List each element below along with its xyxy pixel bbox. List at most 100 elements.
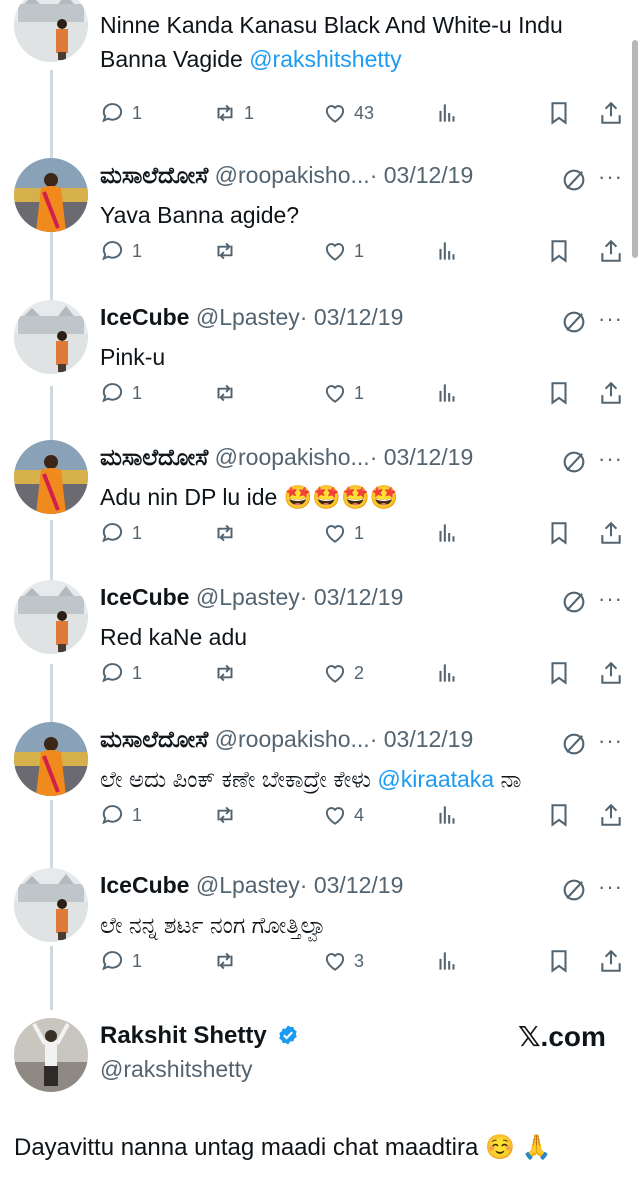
tweet-date[interactable]: · 03/12/19 (370, 444, 474, 470)
bookmark-button[interactable] (546, 944, 572, 978)
mention-link[interactable]: @rakshitshetty (249, 46, 401, 72)
author-handle[interactable]: @roopakisho... (215, 162, 370, 188)
thread-line (50, 946, 53, 1010)
author-handle[interactable]: @roopakisho... (215, 726, 370, 752)
views-button[interactable] (434, 944, 460, 978)
share-button[interactable] (598, 798, 624, 832)
grok-icon[interactable] (560, 448, 588, 476)
share-button[interactable] (598, 234, 624, 268)
grok-icon[interactable] (560, 588, 588, 616)
avatar[interactable] (14, 0, 88, 62)
more-icon[interactable]: ··· (598, 588, 623, 610)
grok-icon[interactable] (560, 730, 588, 758)
tweet-text-part: Yava Banna agide? (100, 202, 300, 228)
grok-icon[interactable] (560, 166, 588, 194)
share-icon (601, 661, 621, 684)
more-icon[interactable]: ··· (598, 308, 623, 330)
retweet-button[interactable] (212, 656, 244, 690)
like-button[interactable]: 4 (322, 798, 364, 832)
avatar[interactable] (14, 158, 88, 232)
like-button[interactable]: 2 (322, 656, 364, 690)
author-name[interactable]: IceCube (100, 872, 189, 898)
avatar[interactable] (14, 440, 88, 514)
views-button[interactable] (434, 234, 460, 268)
reply-icon (102, 103, 123, 123)
reply-button[interactable]: 1 (100, 798, 142, 832)
tweet-actions: 11 (100, 376, 625, 410)
reply-button[interactable]: 1 (100, 944, 142, 978)
share-button[interactable] (598, 376, 624, 410)
tweet-date[interactable]: · 03/12/19 (300, 872, 404, 898)
reply-button[interactable]: 1 (100, 656, 142, 690)
share-button[interactable] (598, 96, 624, 130)
author-handle[interactable]: @rakshitshetty (100, 1056, 252, 1083)
bookmark-button[interactable] (546, 656, 572, 690)
bookmark-button[interactable] (546, 798, 572, 832)
author-handle[interactable]: @Lpastey (196, 304, 300, 330)
avatar[interactable] (14, 868, 88, 942)
retweet-icon (217, 242, 233, 260)
tweet-date[interactable]: · 03/12/19 (300, 304, 404, 330)
avatar[interactable] (14, 722, 88, 796)
reply-button[interactable]: 1 (100, 516, 142, 550)
views-button[interactable] (434, 516, 460, 550)
more-icon[interactable]: ··· (598, 730, 623, 752)
reply-button[interactable]: 1 (100, 96, 142, 130)
like-icon (325, 385, 345, 403)
reply-button[interactable]: 1 (100, 234, 142, 268)
grok-icon[interactable] (560, 876, 588, 904)
scrollbar[interactable] (632, 40, 638, 258)
bookmark-icon (551, 522, 567, 545)
author-name-text[interactable]: Rakshit Shetty (100, 1022, 267, 1049)
retweet-button[interactable] (212, 376, 244, 410)
bookmark-icon (551, 382, 567, 405)
reply-button[interactable]: 1 (100, 376, 142, 410)
bookmark-button[interactable] (546, 96, 572, 130)
author-handle[interactable]: @Lpastey (196, 584, 300, 610)
retweet-button[interactable] (212, 798, 244, 832)
like-button[interactable]: 43 (322, 96, 374, 130)
author-name[interactable]: Rakshit Shetty (100, 1022, 299, 1050)
tweet-date[interactable]: · 03/12/19 (300, 584, 404, 610)
share-button[interactable] (598, 516, 624, 550)
mention-link[interactable]: @kiraataka (377, 766, 494, 792)
views-button[interactable] (434, 656, 460, 690)
reply-icon (102, 663, 123, 683)
share-button[interactable] (598, 656, 624, 690)
tweet-date[interactable]: · 03/12/19 (370, 162, 474, 188)
author-name[interactable]: ಮಸಾಲೆದೋಸೆ (100, 162, 208, 188)
share-button[interactable] (598, 944, 624, 978)
bookmark-button[interactable] (546, 516, 572, 550)
avatar[interactable] (14, 1018, 88, 1092)
more-icon[interactable]: ··· (598, 876, 623, 898)
like-button[interactable]: 1 (322, 376, 364, 410)
like-icon (325, 953, 345, 971)
author-name[interactable]: ಮಸಾಲೆದೋಸೆ (100, 726, 208, 752)
retweet-button[interactable] (212, 516, 244, 550)
tweet-text: Yava Banna agide? (100, 198, 620, 232)
bookmark-button[interactable] (546, 234, 572, 268)
author-handle[interactable]: @roopakisho... (215, 444, 370, 470)
like-button[interactable]: 1 (322, 234, 364, 268)
more-icon[interactable]: ··· (598, 448, 623, 470)
views-button[interactable] (434, 96, 460, 130)
retweet-button[interactable] (212, 944, 244, 978)
views-icon (439, 242, 455, 260)
author-name[interactable]: IceCube (100, 584, 189, 610)
post-caption: Dayavittu nanna untag maadi chat maadtir… (14, 1134, 552, 1161)
retweet-button[interactable] (212, 234, 244, 268)
avatar[interactable] (14, 580, 88, 654)
author-name[interactable]: IceCube (100, 304, 189, 330)
views-button[interactable] (434, 376, 460, 410)
retweet-button[interactable]: 1 (212, 96, 254, 130)
avatar[interactable] (14, 300, 88, 374)
like-button[interactable]: 1 (322, 516, 364, 550)
bookmark-button[interactable] (546, 376, 572, 410)
author-handle[interactable]: @Lpastey (196, 872, 300, 898)
author-name[interactable]: ಮಸಾಲೆದೋಸೆ (100, 444, 208, 470)
grok-icon[interactable] (560, 308, 588, 336)
views-button[interactable] (434, 798, 460, 832)
more-icon[interactable]: ··· (598, 166, 623, 188)
like-button[interactable]: 3 (322, 944, 364, 978)
tweet-date[interactable]: · 03/12/19 (370, 726, 474, 752)
